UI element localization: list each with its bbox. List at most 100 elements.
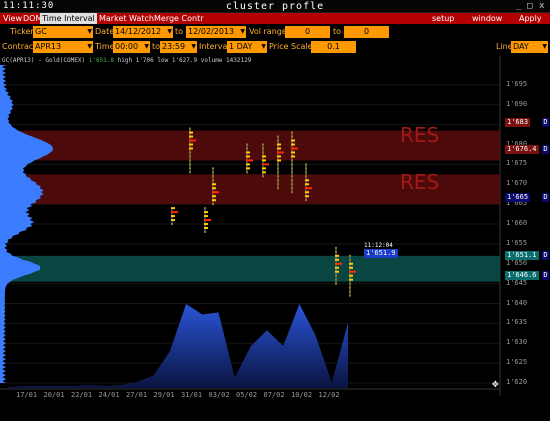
date-from-input[interactable]: 14/12/2012 ▼: [113, 26, 173, 38]
symbol-text: GC(APR13) - Gold(COMEX): [2, 57, 86, 64]
date-to-value: 12/02/2013: [188, 27, 235, 36]
cluster-cell: [262, 151, 264, 154]
info-bar: GC(APR13) - Gold(COMEX) 1'651.8 high 1'7…: [2, 57, 251, 64]
y-tick-label: 1'670: [506, 179, 528, 188]
cluster-cell: [335, 250, 337, 253]
cluster-cell: [349, 258, 351, 261]
cluster-cell: [212, 179, 214, 182]
x-tick-label: 12/02: [318, 391, 340, 399]
cluster-cell: [335, 262, 342, 265]
y-tick-label: 1'625: [506, 358, 528, 367]
price-tag-badge: D: [542, 251, 549, 260]
menu-merge-contr[interactable]: Merge Contr: [152, 13, 206, 24]
cluster-cell: [246, 143, 248, 146]
move-cursor-icon[interactable]: ✥: [492, 377, 499, 390]
time-to-input[interactable]: 23:59 ▼: [160, 41, 197, 53]
x-tick-label: 20/01: [43, 391, 65, 399]
cluster-cell: [189, 163, 191, 166]
cluster-cell: [212, 199, 216, 202]
ticker-select[interactable]: GC ▼: [33, 26, 93, 38]
cluster-cell: [212, 183, 216, 186]
cluster-cell: [305, 167, 307, 170]
cluster-cell: [189, 131, 193, 134]
y-tick-label: 1'640: [506, 298, 528, 307]
contract-select[interactable]: APR13 ▼: [33, 41, 93, 53]
close-icon[interactable]: x: [539, 1, 544, 11]
cluster-cell: [204, 215, 208, 218]
cluster-cell: [305, 199, 307, 202]
cluster-cell: [335, 258, 339, 261]
date-to-input[interactable]: 12/02/2013 ▼: [186, 26, 246, 38]
interval-label: Interval: [199, 42, 230, 51]
cluster-cell: [291, 139, 295, 142]
dropdown-arrow-icon: ▼: [87, 28, 92, 35]
price-tag-1646: 1'646.6: [505, 271, 539, 280]
cluster-cell: [246, 155, 250, 158]
x-tick-label: 22/01: [71, 391, 93, 399]
title-bar: 11:11:30 cluster profle _ □ x: [0, 0, 550, 13]
vol-to-label: to: [333, 27, 342, 36]
cluster-cell: [305, 191, 309, 194]
volume-value: volume 1432129: [200, 57, 252, 64]
cluster-cell: [291, 175, 293, 178]
x-tick-label: 29/01: [153, 391, 175, 399]
res-label-lower: RES: [400, 170, 440, 194]
minimize-icon[interactable]: _: [516, 1, 521, 11]
apply-button[interactable]: Apply: [517, 13, 544, 24]
cluster-cell: [171, 215, 175, 218]
cluster-candle: [171, 207, 178, 226]
cursor-time: 11:12:04: [364, 242, 393, 249]
chart-canvas: [0, 56, 501, 396]
cluster-cell: [204, 227, 208, 229]
y-tick-label: 1'695: [506, 79, 528, 88]
interval-select[interactable]: 1 DAY ▼: [227, 41, 267, 53]
cluster-cell: [291, 151, 295, 154]
time-label: Time: [95, 42, 115, 51]
cluster-cell: [204, 207, 206, 210]
cluster-cell: [171, 219, 175, 222]
cluster-cell: [305, 175, 307, 178]
dropdown-arrow-icon: ▼: [542, 43, 547, 50]
price-tag-badge: D: [542, 145, 549, 154]
menu-setup[interactable]: setup: [430, 13, 456, 24]
x-tick-label: 31/01: [181, 391, 203, 399]
cluster-cell: [305, 171, 307, 174]
y-tick-label: 1'630: [506, 338, 528, 347]
cluster-cell: [291, 187, 293, 190]
cluster-cell: [291, 167, 293, 170]
vol-to-input[interactable]: 0: [344, 26, 389, 38]
cluster-cell: [335, 270, 339, 273]
time-from-value: 00:00: [115, 42, 139, 51]
menu-market-watch[interactable]: Market Watch: [97, 13, 156, 24]
menu-time-interval[interactable]: Time Interval: [40, 13, 97, 24]
cluster-cell: [349, 278, 353, 281]
price-scale-value: 0.1: [327, 42, 340, 51]
cluster-cell: [277, 183, 279, 186]
cluster-chart[interactable]: GC(APR13) - Gold(COMEX) 1'651.8 high 1'7…: [0, 56, 550, 421]
price-tag-badge: D: [542, 118, 549, 127]
x-tick-label: 10/02: [291, 391, 313, 399]
high-value: high 1'706: [117, 57, 154, 64]
cluster-cell: [262, 167, 266, 170]
cluster-cell: [277, 167, 279, 170]
cluster-cell: [246, 147, 248, 150]
price-tag-1665: 1'665: [505, 193, 531, 202]
menu-window[interactable]: window: [470, 13, 504, 24]
cluster-cell: [246, 167, 250, 170]
cluster-cell: [189, 159, 191, 162]
price-scale-input[interactable]: 0.1: [311, 41, 356, 53]
low-value: low 1'627.9: [157, 57, 198, 64]
cluster-cell: [277, 151, 284, 154]
cluster-cell: [212, 191, 219, 194]
maximize-icon[interactable]: □: [527, 1, 532, 11]
cluster-cell: [277, 155, 281, 158]
time-from-input[interactable]: 00:00 ▼: [113, 41, 150, 53]
cluster-cell: [291, 143, 295, 146]
cluster-cell: [305, 187, 312, 190]
time-to-label: to: [152, 42, 161, 51]
contract-value: APR13: [35, 42, 62, 51]
cluster-cell: [204, 223, 208, 226]
line-select[interactable]: DAY ▼: [511, 41, 548, 53]
cluster-cell: [291, 171, 293, 174]
vol-from-input[interactable]: 0: [285, 26, 330, 38]
